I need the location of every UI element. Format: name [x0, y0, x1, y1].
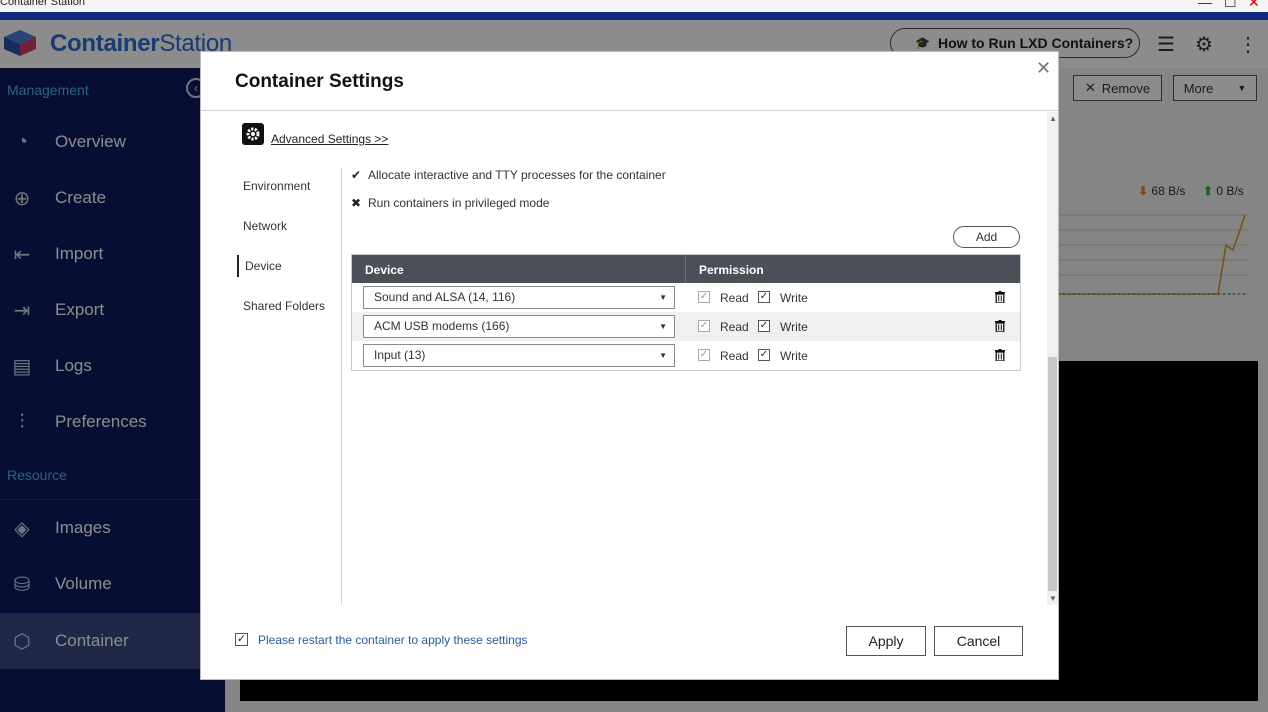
- option-privileged-text: Run containers in privileged mode: [368, 196, 550, 210]
- cross-icon: ✖: [350, 196, 362, 210]
- read-label: Read: [720, 291, 749, 305]
- read-checkbox[interactable]: ✓: [698, 349, 710, 361]
- add-device-button[interactable]: Add: [953, 226, 1020, 248]
- dialog-scrollbar[interactable]: ▲ ▼: [1047, 112, 1058, 605]
- table-row: Input (13) ▼ ✓ Read ✓ Write: [352, 341, 1020, 370]
- check-icon: ✔: [350, 168, 362, 182]
- trash-icon[interactable]: [995, 349, 1005, 361]
- cancel-button[interactable]: Cancel: [934, 626, 1023, 656]
- container-settings-dialog: Container Settings ✕ Advanced Settings >…: [200, 51, 1059, 680]
- write-label: Write: [780, 349, 808, 363]
- write-label: Write: [780, 320, 808, 334]
- maximize-button[interactable]: ☐: [1224, 0, 1237, 11]
- write-checkbox[interactable]: ✓: [758, 291, 770, 303]
- device-table: Device Permission Sound and ALSA (14, 11…: [351, 254, 1021, 371]
- gear-icon: [242, 123, 264, 145]
- device-select[interactable]: Sound and ALSA (14, 116) ▼: [363, 286, 675, 309]
- device-select-value: ACM USB modems (166): [374, 319, 510, 333]
- write-checkbox[interactable]: ✓: [758, 349, 770, 361]
- option-privileged: ✖ Run containers in privileged mode: [350, 196, 549, 210]
- nav-network[interactable]: Network: [237, 215, 287, 237]
- dialog-title: Container Settings: [235, 71, 404, 92]
- write-label: Write: [780, 291, 808, 305]
- write-checkbox[interactable]: ✓: [758, 320, 770, 332]
- permission-column-header: Permission: [699, 263, 764, 277]
- nav-shared-folders[interactable]: Shared Folders: [237, 295, 325, 317]
- table-row: ACM USB modems (166) ▼ ✓ Read ✓ Write: [352, 312, 1020, 341]
- device-select[interactable]: Input (13) ▼: [363, 344, 675, 367]
- apply-button[interactable]: Apply: [846, 626, 926, 656]
- nav-divider: [341, 168, 342, 605]
- device-select-value: Input (13): [374, 348, 426, 362]
- minimize-button[interactable]: —: [1198, 0, 1212, 10]
- table-header: Device Permission: [352, 255, 1020, 283]
- read-label: Read: [720, 320, 749, 334]
- top-strip: [0, 12, 1268, 20]
- option-tty: ✔ Allocate interactive and TTY processes…: [350, 168, 666, 182]
- caret-down-icon: ▼: [659, 351, 667, 360]
- advanced-settings-link[interactable]: Advanced Settings >>: [271, 132, 388, 146]
- device-select-value: Sound and ALSA (14, 116): [374, 290, 516, 304]
- scroll-up-icon[interactable]: ▲: [1049, 114, 1057, 123]
- nav-environment[interactable]: Environment: [237, 175, 310, 197]
- device-select[interactable]: ACM USB modems (166) ▼: [363, 315, 675, 338]
- dialog-divider: [201, 110, 1058, 111]
- window-titlebar: Container Station — ☐ ✕: [0, 0, 1268, 12]
- trash-icon[interactable]: [995, 291, 1005, 303]
- caret-down-icon: ▼: [659, 293, 667, 302]
- trash-icon[interactable]: [995, 320, 1005, 332]
- close-icon[interactable]: ✕: [1036, 58, 1051, 79]
- caret-down-icon: ▼: [659, 322, 667, 331]
- close-window-button[interactable]: ✕: [1248, 0, 1260, 11]
- read-checkbox[interactable]: ✓: [698, 320, 710, 332]
- restart-note: Please restart the container to apply th…: [258, 633, 528, 647]
- device-column-header: Device: [365, 263, 404, 277]
- read-checkbox[interactable]: ✓: [698, 291, 710, 303]
- header-separator: [685, 255, 686, 283]
- scroll-down-icon[interactable]: ▼: [1049, 594, 1057, 603]
- restart-checkbox[interactable]: ✓: [235, 633, 248, 646]
- window-title: Container Station: [0, 0, 85, 8]
- read-label: Read: [720, 349, 749, 363]
- option-tty-text: Allocate interactive and TTY processes f…: [368, 168, 666, 182]
- scroll-thumb[interactable]: [1048, 357, 1057, 591]
- nav-device[interactable]: Device: [237, 255, 282, 277]
- table-row: Sound and ALSA (14, 116) ▼ ✓ Read ✓ Writ…: [352, 283, 1020, 312]
